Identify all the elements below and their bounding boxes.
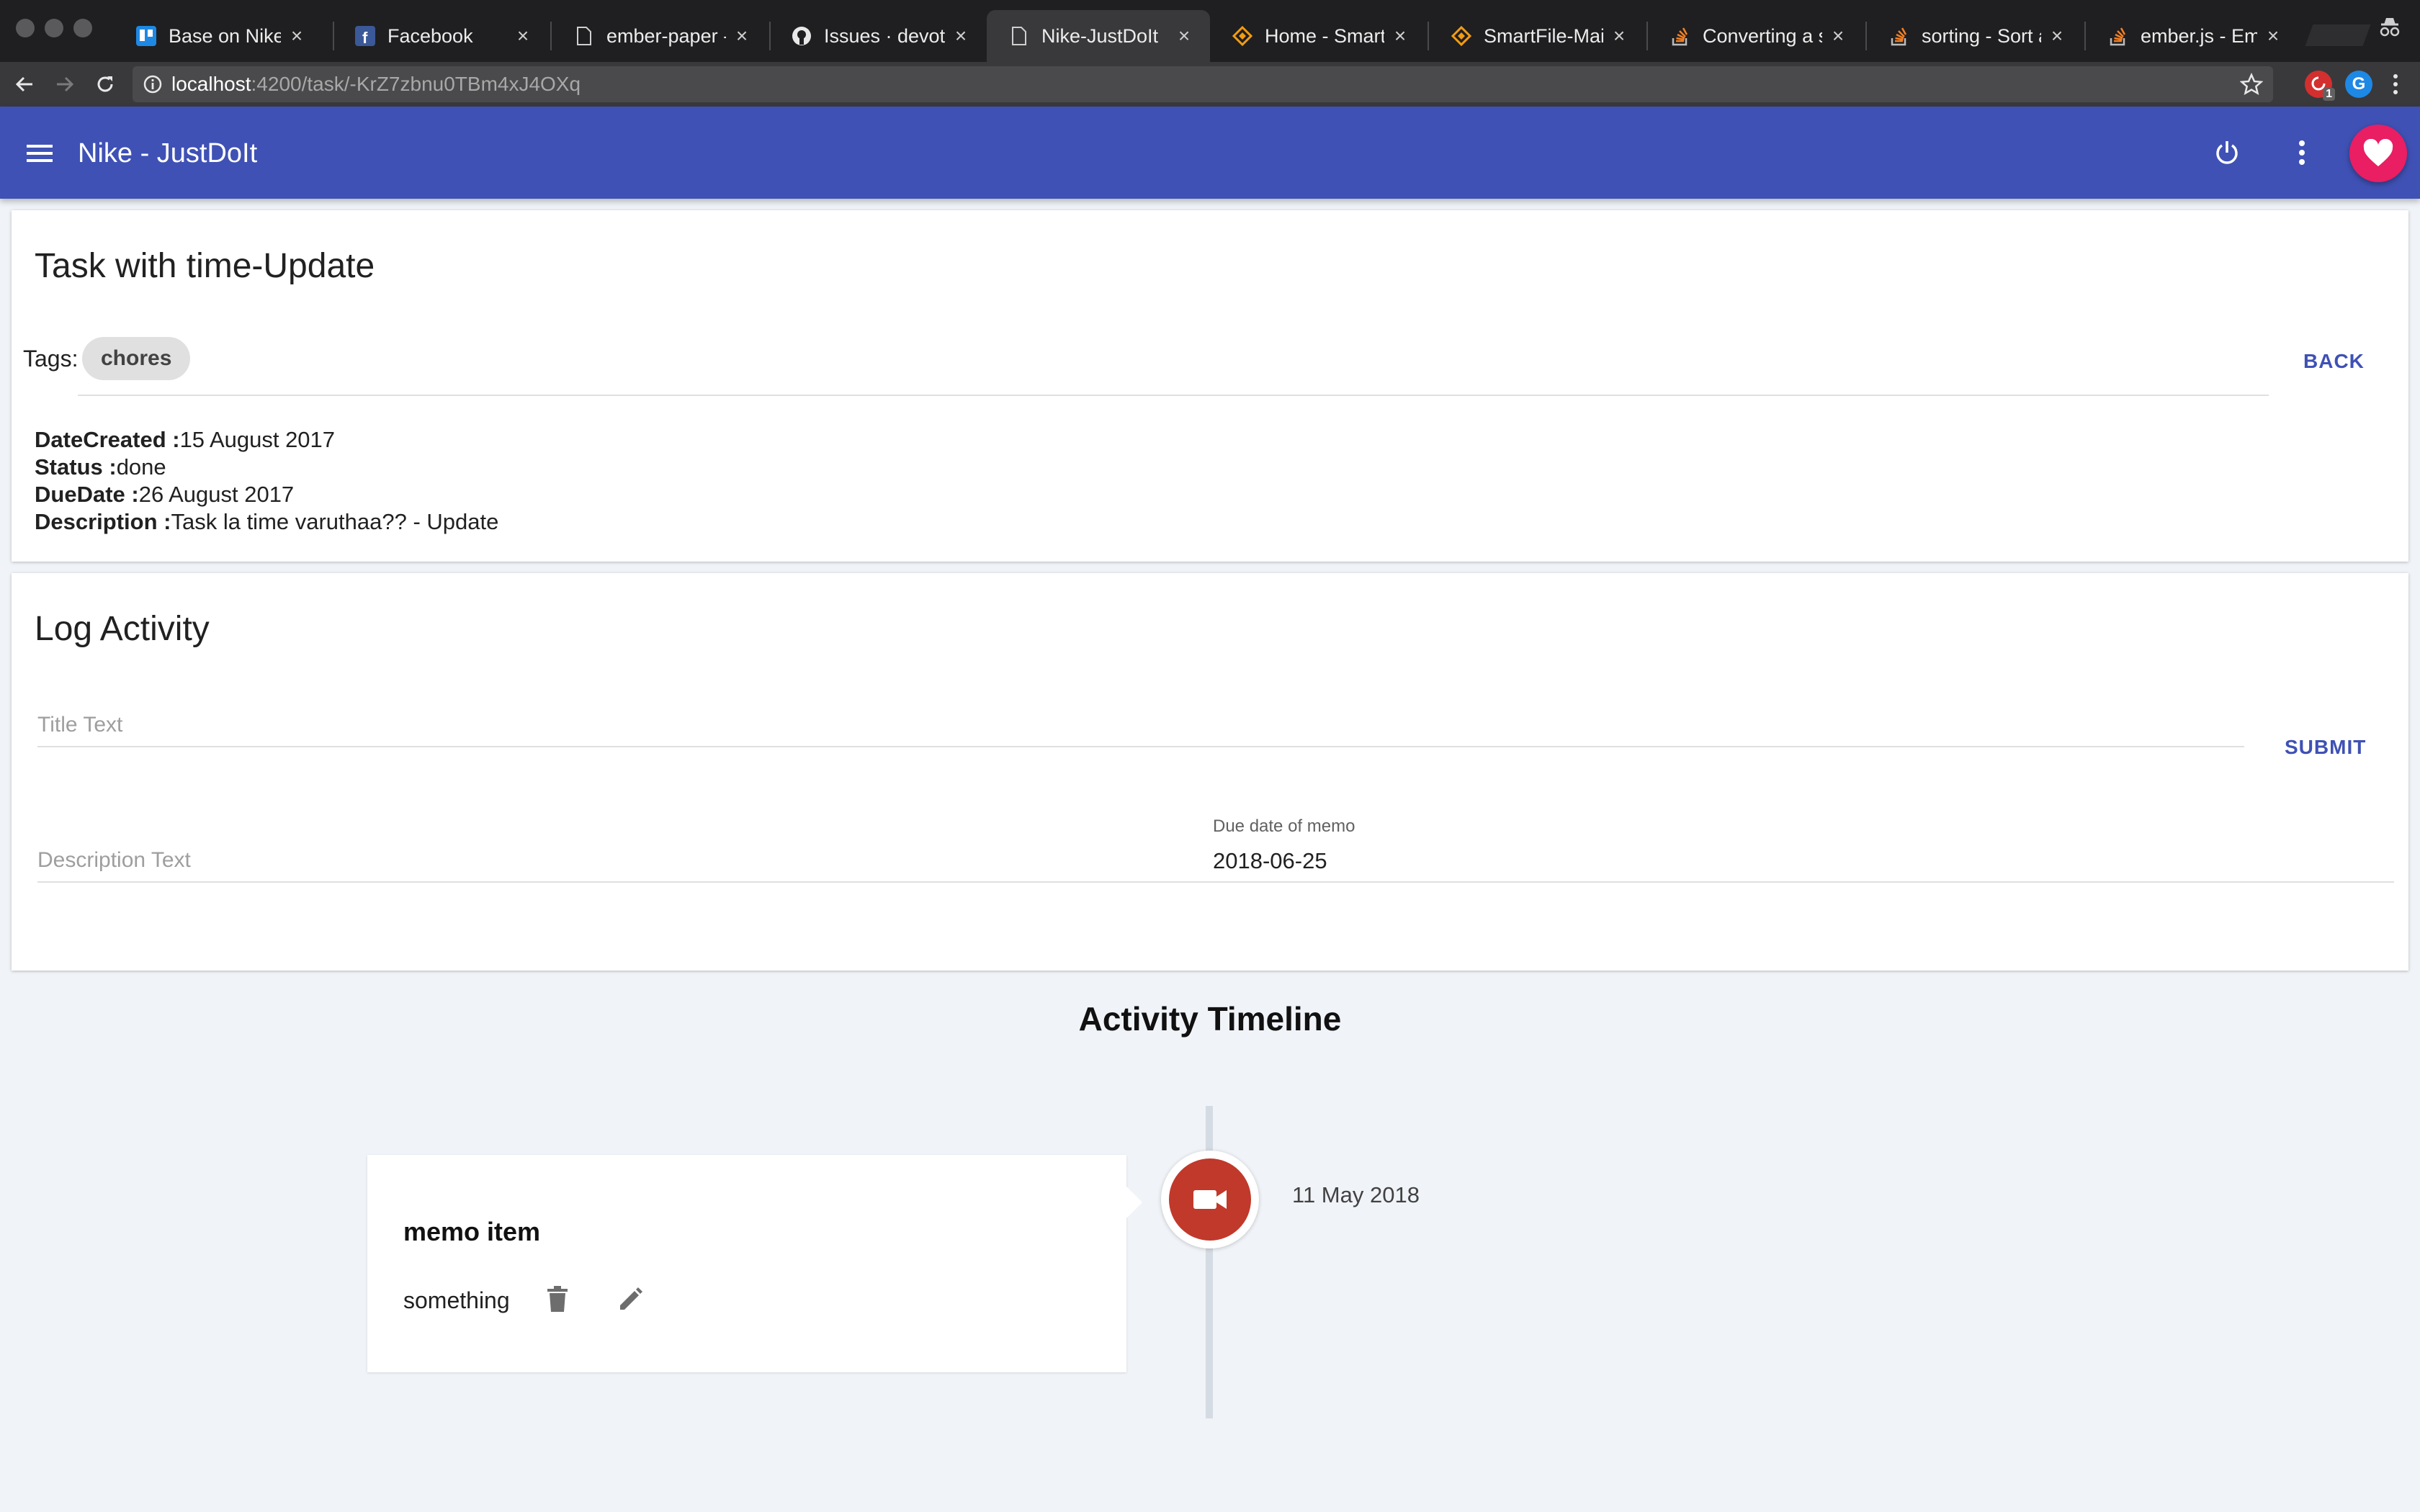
detail-date-created: DateCreated :15 August 2017 <box>35 427 336 452</box>
tab-close-icon[interactable]: × <box>1828 24 1848 48</box>
detail-due-date: DueDate :26 August 2017 <box>35 482 295 507</box>
edit-pencil-icon[interactable] <box>614 1282 648 1316</box>
timeline-card: memo item something <box>367 1155 1142 1372</box>
app-title: Nike - JustDoIt <box>78 138 258 168</box>
browser-tab[interactable]: ember-paper - The Ember approach to Mate… <box>552 10 768 62</box>
browser-tab-bar: Base on Nike-JustDoIt × f Facebook × emb… <box>0 0 2420 62</box>
tab-title: ember-paper - The Ember approach to Mate… <box>606 24 726 47</box>
log-activity-title: Log Activity <box>35 610 210 648</box>
description-text-input[interactable]: Description Text <box>37 842 1219 883</box>
github-icon <box>791 25 812 47</box>
tab-close-icon[interactable]: × <box>951 24 971 48</box>
log-activity-card: Log Activity Title Text SUBMIT Descripti… <box>12 573 2408 971</box>
task-card: Task with time-Update Tags: chores BACK … <box>12 210 2408 562</box>
tab-title: Facebook <box>387 24 473 47</box>
browser-tab-active[interactable]: Nike-JustDoIt × <box>987 10 1210 62</box>
tags-input-underline[interactable] <box>78 395 2269 396</box>
browser-toolbar: localhost:4200/task/-KrZ7zbnu0TBm4xJ4OXq… <box>0 62 2420 107</box>
due-date-label: Due date of memo <box>1213 816 1355 836</box>
stackoverflow-icon <box>2107 25 2129 47</box>
extension-icon[interactable]: 1 <box>2305 71 2335 101</box>
new-tab-button[interactable] <box>2305 24 2371 46</box>
delete-icon[interactable] <box>540 1282 575 1316</box>
smartfile-icon <box>1451 25 1472 47</box>
browser-menu-icon[interactable] <box>2381 70 2410 99</box>
url-host: localhost <box>171 73 251 95</box>
browser-tab[interactable]: Issues · devotox/ember-paper × <box>769 10 987 62</box>
stackoverflow-icon <box>1670 25 1691 47</box>
tab-close-icon[interactable]: × <box>2263 24 2283 48</box>
heart-icon <box>2363 139 2393 166</box>
page-icon <box>1008 25 1030 47</box>
stackoverflow-icon <box>1888 25 1910 47</box>
tab-close-icon[interactable]: × <box>732 24 752 48</box>
tab-title: Issues · devotox/ember-paper <box>824 24 945 47</box>
browser-tab[interactable]: SmartFile-Main Web × <box>1429 10 1645 62</box>
browser-tab[interactable]: Base on Nike-JustDoIt × <box>114 10 323 62</box>
window-minimize-button[interactable] <box>45 19 63 37</box>
due-date-value: 2018-06-25 <box>1213 848 1327 873</box>
browser-tab[interactable]: ember.js - Ember × <box>2086 10 2299 62</box>
browser-tab[interactable]: Converting a string × <box>1648 10 1864 62</box>
back-button[interactable]: BACK <box>2292 340 2376 383</box>
svg-text:f: f <box>362 29 368 46</box>
info-icon[interactable] <box>143 74 163 94</box>
extension-badge: 1 <box>2323 88 2335 101</box>
browser-tab[interactable]: f Facebook × <box>333 10 549 62</box>
incognito-icon <box>2377 16 2403 41</box>
tab-close-icon[interactable]: × <box>1390 24 1410 48</box>
video-camera-icon <box>1193 1190 1227 1209</box>
app-toolbar: Nike - JustDoIt <box>0 107 2420 199</box>
tab-title: Base on Nike-JustDoIt <box>169 24 281 47</box>
forward-arrow-icon[interactable] <box>50 70 79 99</box>
tab-close-icon[interactable]: × <box>1174 24 1194 48</box>
hamburger-menu-icon[interactable] <box>22 135 58 171</box>
timeline-marker <box>1161 1151 1259 1248</box>
tag-chip[interactable]: chores <box>82 337 191 380</box>
back-arrow-icon[interactable] <box>10 70 39 99</box>
grammarly-icon[interactable]: G <box>2345 71 2372 98</box>
reload-icon[interactable] <box>91 70 120 99</box>
tab-close-icon[interactable]: × <box>513 24 533 48</box>
bookmark-star-icon[interactable] <box>2239 72 2264 101</box>
page-icon <box>573 25 595 47</box>
detail-status: Status :done <box>35 454 166 480</box>
title-text-placeholder: Title Text <box>37 713 123 737</box>
description-text-placeholder: Description Text <box>37 848 191 872</box>
tab-close-icon[interactable]: × <box>1609 24 1629 48</box>
tab-title: sorting - Sort array <box>1922 24 2041 47</box>
submit-button[interactable]: SUBMIT <box>2273 726 2378 769</box>
timeline-card-title: memo item <box>403 1217 541 1246</box>
facebook-icon: f <box>354 25 376 47</box>
window-zoom-button[interactable] <box>73 19 92 37</box>
browser-tab[interactable]: sorting - Sort array × <box>1867 10 2083 62</box>
due-date-input[interactable]: Due date of memo 2018-06-25 <box>1213 816 2394 883</box>
tab-title: Home - SmartFile <box>1265 24 1384 47</box>
detail-description: Description :Task la time varuthaa?? - U… <box>35 509 499 534</box>
timeline-date: 11 May 2018 <box>1292 1182 1420 1207</box>
tab-title: ember.js - Ember <box>2141 24 2257 47</box>
tab-title: Nike-JustDoIt <box>1041 24 1159 47</box>
more-vert-icon[interactable] <box>2282 132 2322 173</box>
tab-close-icon[interactable]: × <box>287 24 307 48</box>
browser-tab[interactable]: Home - SmartFile × <box>1210 10 1426 62</box>
task-title: Task with time-Update <box>35 247 375 285</box>
timeline-heading: Activity Timeline <box>1078 1000 1342 1038</box>
address-bar[interactable]: localhost:4200/task/-KrZ7zbnu0TBm4xJ4OXq <box>133 66 2273 102</box>
tab-title: Converting a string <box>1703 24 1822 47</box>
timeline-card-body: something <box>403 1287 510 1313</box>
url-path: :4200/task/-KrZ7zbnu0TBm4xJ4OXq <box>251 73 581 95</box>
window-close-button[interactable] <box>16 19 35 37</box>
trello-icon <box>135 25 157 47</box>
smartfile-icon <box>1232 25 1253 47</box>
title-text-input[interactable]: Title Text <box>37 707 2244 747</box>
tab-close-icon[interactable]: × <box>2047 24 2067 48</box>
timeline-marker-fill <box>1169 1158 1251 1241</box>
favorite-heart-button[interactable] <box>2349 125 2407 182</box>
tab-title: SmartFile-Main Web <box>1484 24 1603 47</box>
tags-label: Tags: <box>23 346 79 372</box>
power-icon[interactable] <box>2207 132 2247 173</box>
task-details: DateCreated :15 August 2017 Status :done… <box>35 426 498 536</box>
